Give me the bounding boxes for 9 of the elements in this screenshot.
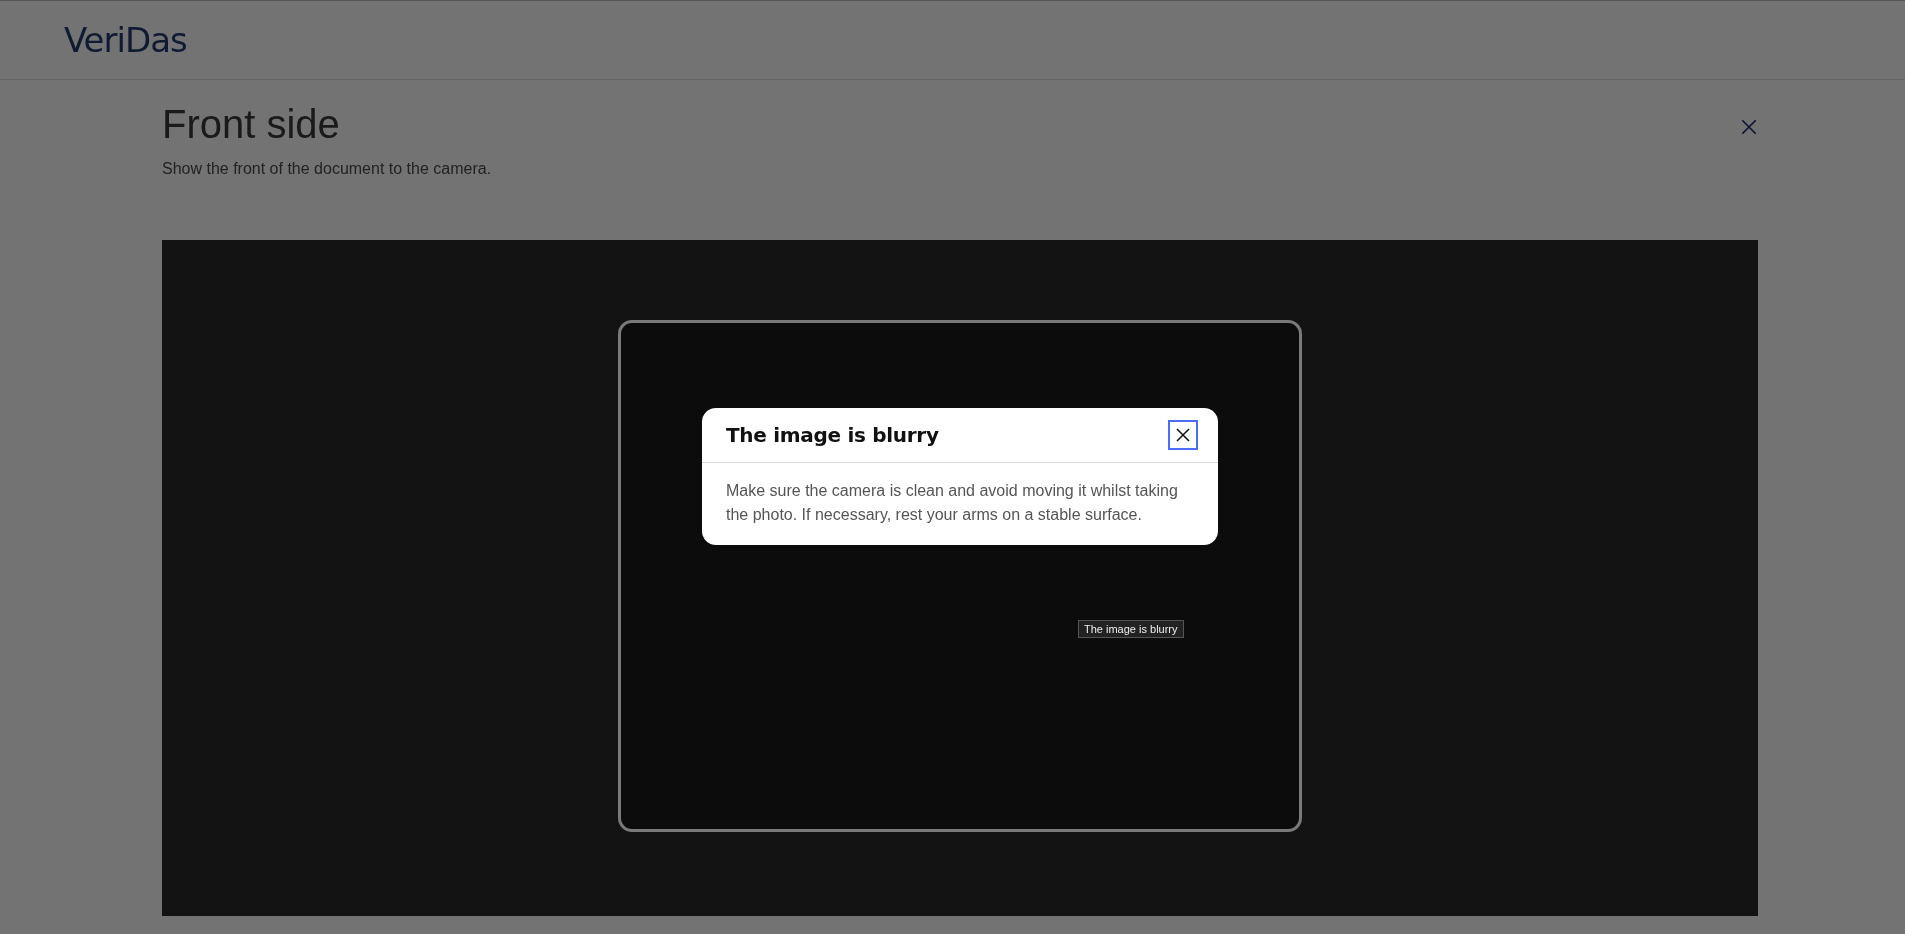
dialog-title: The image is blurry [726,423,939,447]
close-button[interactable] [1168,420,1198,450]
page-title: Front side [162,101,341,148]
page-subtitle: Show the front of the document to the camera. [162,160,492,178]
close-icon [1740,118,1758,136]
close-icon [1175,427,1191,443]
tooltip: The image is blurry [1078,620,1184,638]
logo: VeriDas [64,20,187,60]
dialog-message: Make sure the camera is clean and avoid moving it whilst taking the photo. If necessary, rest your arms on a stable surface. [725,481,1179,525]
